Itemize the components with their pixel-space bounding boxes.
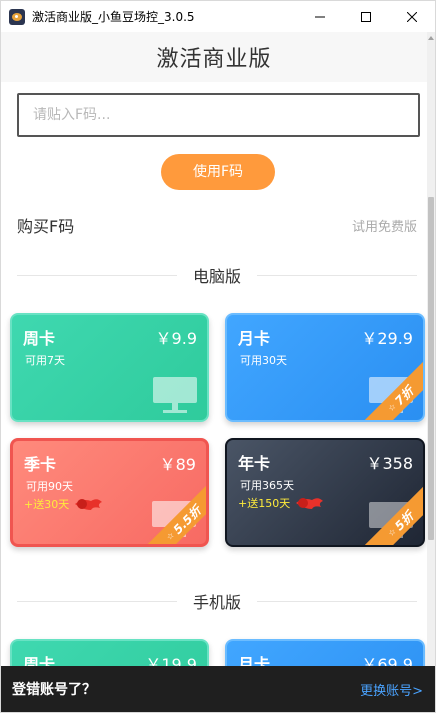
- switch-account-link[interactable]: 更换账号>: [360, 680, 423, 699]
- fcode-input-box[interactable]: [17, 93, 420, 137]
- divider: [257, 600, 418, 602]
- plan-name: 月卡: [238, 329, 271, 348]
- divider: [17, 600, 177, 602]
- plan-price: ￥9.9: [155, 329, 197, 348]
- app-icon: [9, 8, 25, 25]
- plan-bonus: +送30天: [24, 496, 103, 512]
- window-controls: [297, 1, 435, 32]
- plan-card-month[interactable]: 月卡 ￥29.9 可用30天 ☆ 7折: [225, 313, 425, 422]
- close-icon: [407, 11, 417, 22]
- scroll-up-arrow-icon[interactable]: [428, 36, 434, 40]
- vertical-scrollbar[interactable]: [427, 32, 435, 712]
- plan-price: ￥29.9: [361, 329, 413, 348]
- monitor-icon: [153, 377, 197, 413]
- plan-name: 年卡: [238, 454, 271, 473]
- window-title: 激活商业版_小鱼豆场控_3.0.5: [32, 10, 195, 24]
- page-title: 激活商业版: [156, 47, 272, 72]
- plan-duration: 可用90天: [26, 480, 73, 493]
- buy-row: 购买F码 试用免费版: [1, 213, 427, 237]
- plan-name: 周卡: [23, 329, 56, 348]
- buy-fcode-title: 购买F码: [17, 217, 75, 236]
- plan-name: 季卡: [24, 455, 57, 474]
- content-area: 激活商业版 使用F码 购买F码 试用免费版 电脑版 周卡 ￥9.9 可用7天: [1, 32, 427, 712]
- header: 激活商业版: [1, 32, 427, 82]
- maximize-icon: [361, 11, 371, 22]
- plan-card-week[interactable]: 周卡 ￥9.9 可用7天: [10, 313, 209, 422]
- mobile-section-title: 手机版: [193, 593, 242, 612]
- plan-price: ￥89: [159, 455, 196, 474]
- plan-bonus: +送150天: [238, 495, 324, 511]
- flame-badge-icon: [296, 498, 324, 509]
- plan-duration: 可用30天: [240, 354, 287, 367]
- bottom-bar: 登错账号了？ 更换账号>: [1, 666, 435, 712]
- plan-card-year[interactable]: 年卡 ￥358 可用365天 +送150天 ☆ 5折: [225, 438, 425, 547]
- use-fcode-button[interactable]: 使用F码: [161, 154, 275, 190]
- pc-section-header: 电脑版: [1, 263, 427, 287]
- plan-price: ￥358: [366, 454, 413, 473]
- wrong-account-text: 登错账号了？: [12, 682, 96, 698]
- plan-card-quarter[interactable]: 季卡 ￥89 可用90天 +送30天 ☆ 5.5折: [10, 438, 209, 547]
- fcode-input[interactable]: [33, 107, 418, 123]
- plan-duration: 可用365天: [240, 479, 294, 492]
- plan-bonus-text: +送30天: [24, 498, 70, 511]
- pc-section-title: 电脑版: [193, 267, 242, 286]
- minimize-icon: [315, 16, 325, 17]
- minimize-button[interactable]: [297, 1, 343, 32]
- plan-bonus-text: +送150天: [238, 497, 291, 510]
- flame-badge-icon: [75, 499, 103, 510]
- maximize-button[interactable]: [343, 1, 389, 32]
- activation-window: 激活商业版_小鱼豆场控_3.0.5 激活商业版 使用F码 购买F码 试用免费版: [0, 0, 436, 713]
- divider: [17, 274, 177, 276]
- free-trial-link[interactable]: 试用免费版: [352, 216, 417, 235]
- scrollbar-thumb[interactable]: [428, 197, 434, 540]
- title-bar: 激活商业版_小鱼豆场控_3.0.5: [1, 1, 435, 32]
- close-button[interactable]: [389, 1, 435, 32]
- divider: [257, 274, 418, 276]
- pc-plan-grid: 周卡 ￥9.9 可用7天 月卡 ￥29.9 可用30天 ☆ 7折 季卡 ￥89 …: [1, 313, 427, 547]
- mobile-section-header: 手机版: [1, 589, 427, 613]
- plan-duration: 可用7天: [25, 354, 65, 367]
